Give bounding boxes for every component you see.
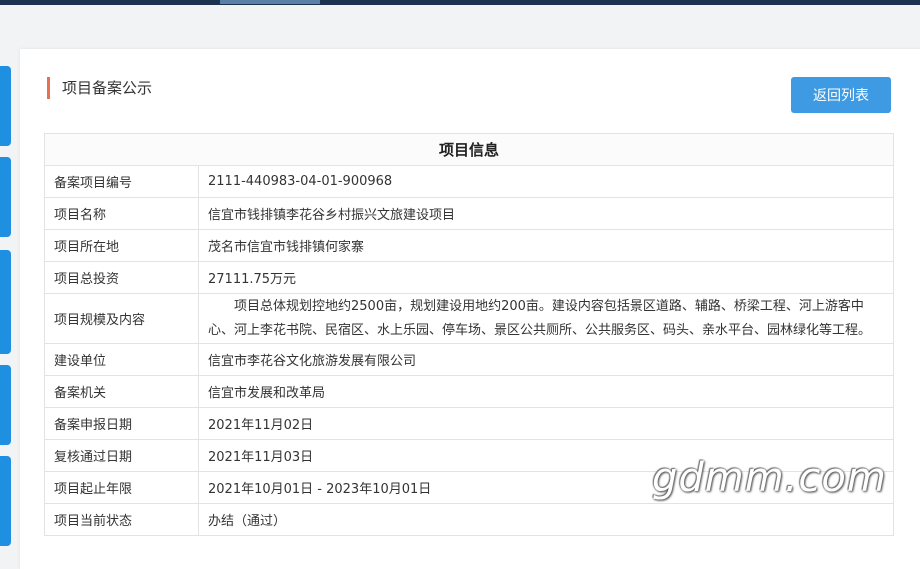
table-row: 项目当前状态 办结（通过） [44,503,894,536]
row-value: 项目总体规划控地约2500亩，规划建设用地约200亩。建设内容包括景区道路、辅路… [198,293,894,344]
row-value: 茂名市信宜市钱排镇何家寨 [198,229,894,262]
site-watermark: gdmm.com [652,455,887,501]
row-value: 信宜市李花谷文化旅游发展有限公司 [198,343,894,376]
top-bar [0,0,920,5]
side-tab-1[interactable] [0,66,11,146]
table-row: 建设单位 信宜市李花谷文化旅游发展有限公司 [44,343,894,376]
table-title: 项目信息 [44,133,894,166]
row-value: 27111.75万元 [198,261,894,294]
back-to-list-button[interactable]: 返回列表 [791,77,891,113]
table-title-row: 项目信息 [44,133,894,166]
row-label: 备案申报日期 [44,407,199,440]
table-row: 项目名称 信宜市钱排镇李花谷乡村振兴文旅建设项目 [44,197,894,230]
table-row: 备案机关 信宜市发展和改革局 [44,375,894,408]
row-value: 2111-440983-04-01-900968 [198,165,894,198]
row-label: 备案项目编号 [44,165,199,198]
row-value: 信宜市发展和改革局 [198,375,894,408]
side-tab-2[interactable] [0,157,11,237]
table-row: 项目规模及内容 项目总体规划控地约2500亩，规划建设用地约200亩。建设内容包… [44,293,894,344]
row-label: 建设单位 [44,343,199,376]
row-label: 复核通过日期 [44,439,199,472]
row-label: 项目规模及内容 [44,293,199,344]
scale-content-text: 项目总体规划控地约2500亩，规划建设用地约200亩。建设内容包括景区道路、辅路… [208,298,872,338]
row-label: 项目名称 [44,197,199,230]
table-row: 备案项目编号 2111-440983-04-01-900968 [44,165,894,198]
row-value: 信宜市钱排镇李花谷乡村振兴文旅建设项目 [198,197,894,230]
section-title: 项目备案公示 [47,77,152,99]
top-bar-active-indicator [220,0,320,4]
row-label: 项目总投资 [44,261,199,294]
row-value: 办结（通过） [198,503,894,536]
table-row: 项目总投资 27111.75万元 [44,261,894,294]
row-label: 备案机关 [44,375,199,408]
table-row: 项目所在地 茂名市信宜市钱排镇何家寨 [44,229,894,262]
side-tab-4[interactable] [0,365,11,445]
side-tab-3[interactable] [0,250,11,354]
row-label: 项目所在地 [44,229,199,262]
table-row: 备案申报日期 2021年11月02日 [44,407,894,440]
row-label: 项目起止年限 [44,471,199,504]
side-tab-5[interactable] [0,456,11,546]
row-label: 项目当前状态 [44,503,199,536]
row-value: 2021年11月02日 [198,407,894,440]
